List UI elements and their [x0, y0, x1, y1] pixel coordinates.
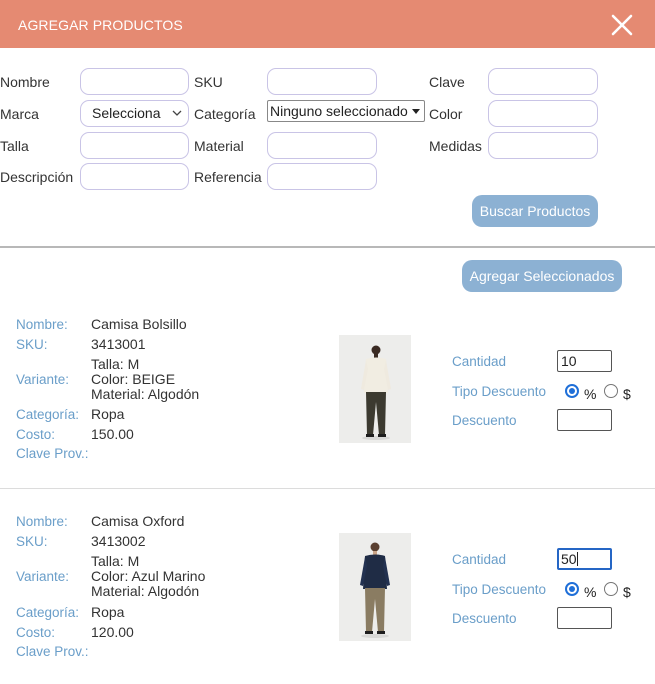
nombre-key: Nombre: [16, 317, 68, 332]
quantity-value: 10 [561, 353, 577, 369]
product-category: Ropa [91, 604, 125, 620]
discount-percent-radio[interactable] [565, 582, 579, 596]
dollar-label: $ [623, 386, 631, 402]
discount-dollar-radio[interactable] [604, 384, 618, 398]
modal-title: AGREGAR PRODUCTOS [18, 17, 183, 33]
categoria-key: Categoría: [16, 407, 80, 422]
talla-input[interactable] [80, 132, 189, 159]
product-cost: 150.00 [91, 426, 134, 442]
product-divider [0, 488, 655, 489]
referencia-input[interactable] [267, 163, 377, 190]
add-selected-button[interactable]: Agregar Seleccionados [462, 260, 622, 292]
percent-label: % [584, 386, 597, 402]
dropdown-arrow-icon [412, 109, 420, 114]
categoria-select[interactable]: Ninguno seleccionado [267, 100, 425, 122]
variante-key: Variante: [16, 569, 70, 584]
dollar-label: $ [623, 584, 631, 600]
categoria-label: Categoría [194, 106, 256, 122]
descuento-key: Descuento [452, 611, 517, 626]
material-label: Material [194, 138, 244, 154]
medidas-label: Medidas [429, 138, 482, 154]
quantity-value: 50 [561, 551, 577, 567]
sku-label: SKU [194, 74, 223, 90]
medidas-input[interactable] [488, 132, 598, 159]
color-label: Color [429, 106, 463, 122]
close-icon[interactable] [610, 13, 634, 37]
sku-input[interactable] [267, 68, 377, 95]
variant-material: Material: Algodón [91, 583, 200, 599]
material-input[interactable] [267, 132, 377, 159]
tipo-descuento-key: Tipo Descuento [452, 582, 547, 597]
percent-label: % [584, 584, 597, 600]
descripcion-input[interactable] [80, 163, 189, 190]
product-sku: 3413002 [91, 533, 146, 549]
nombre-label: Nombre [0, 74, 50, 90]
product-cost: 120.00 [91, 624, 134, 640]
costo-key: Costo: [16, 427, 56, 442]
sku-key: SKU: [16, 534, 48, 549]
chevron-down-icon [172, 110, 182, 116]
discount-percent-radio[interactable] [565, 384, 579, 398]
modal-header: AGREGAR PRODUCTOS [0, 0, 655, 48]
cantidad-key: Cantidad [452, 354, 507, 369]
referencia-label: Referencia [194, 169, 262, 185]
variante-key: Variante: [16, 372, 70, 387]
costo-key: Costo: [16, 625, 56, 640]
nombre-input[interactable] [80, 68, 189, 95]
discount-input[interactable] [557, 607, 612, 629]
tipo-descuento-key: Tipo Descuento [452, 384, 547, 399]
color-input[interactable] [488, 100, 598, 127]
product-image [339, 533, 411, 641]
cantidad-key: Cantidad [452, 552, 507, 567]
marca-select-value: Selecciona [92, 105, 161, 121]
discount-dollar-radio[interactable] [604, 582, 618, 596]
search-products-button[interactable]: Buscar Productos [472, 195, 598, 227]
clave-prov-key: Clave Prov.: [16, 446, 89, 461]
product-name: Camisa Bolsillo [91, 316, 187, 332]
text-cursor [576, 552, 578, 566]
clave-input[interactable] [488, 68, 598, 95]
product-image [339, 335, 411, 443]
categoria-key: Categoría: [16, 605, 80, 620]
section-divider [0, 246, 655, 248]
product-category: Ropa [91, 406, 125, 422]
discount-input[interactable] [557, 409, 612, 431]
marca-label: Marca [0, 106, 39, 122]
talla-label: Talla [0, 138, 29, 154]
quantity-input[interactable]: 10 [557, 350, 612, 372]
variant-material: Material: Algodón [91, 386, 200, 402]
nombre-key: Nombre: [16, 514, 68, 529]
descuento-key: Descuento [452, 413, 517, 428]
quantity-input[interactable]: 50 [557, 548, 612, 570]
categoria-select-value: Ninguno seleccionado [270, 103, 408, 119]
descripcion-label: Descripción [0, 169, 74, 185]
sku-key: SKU: [16, 337, 48, 352]
marca-select[interactable]: Selecciona [80, 100, 189, 127]
clave-prov-key: Clave Prov.: [16, 644, 89, 659]
product-name: Camisa Oxford [91, 513, 185, 529]
product-sku: 3413001 [91, 336, 146, 352]
clave-label: Clave [429, 74, 465, 90]
